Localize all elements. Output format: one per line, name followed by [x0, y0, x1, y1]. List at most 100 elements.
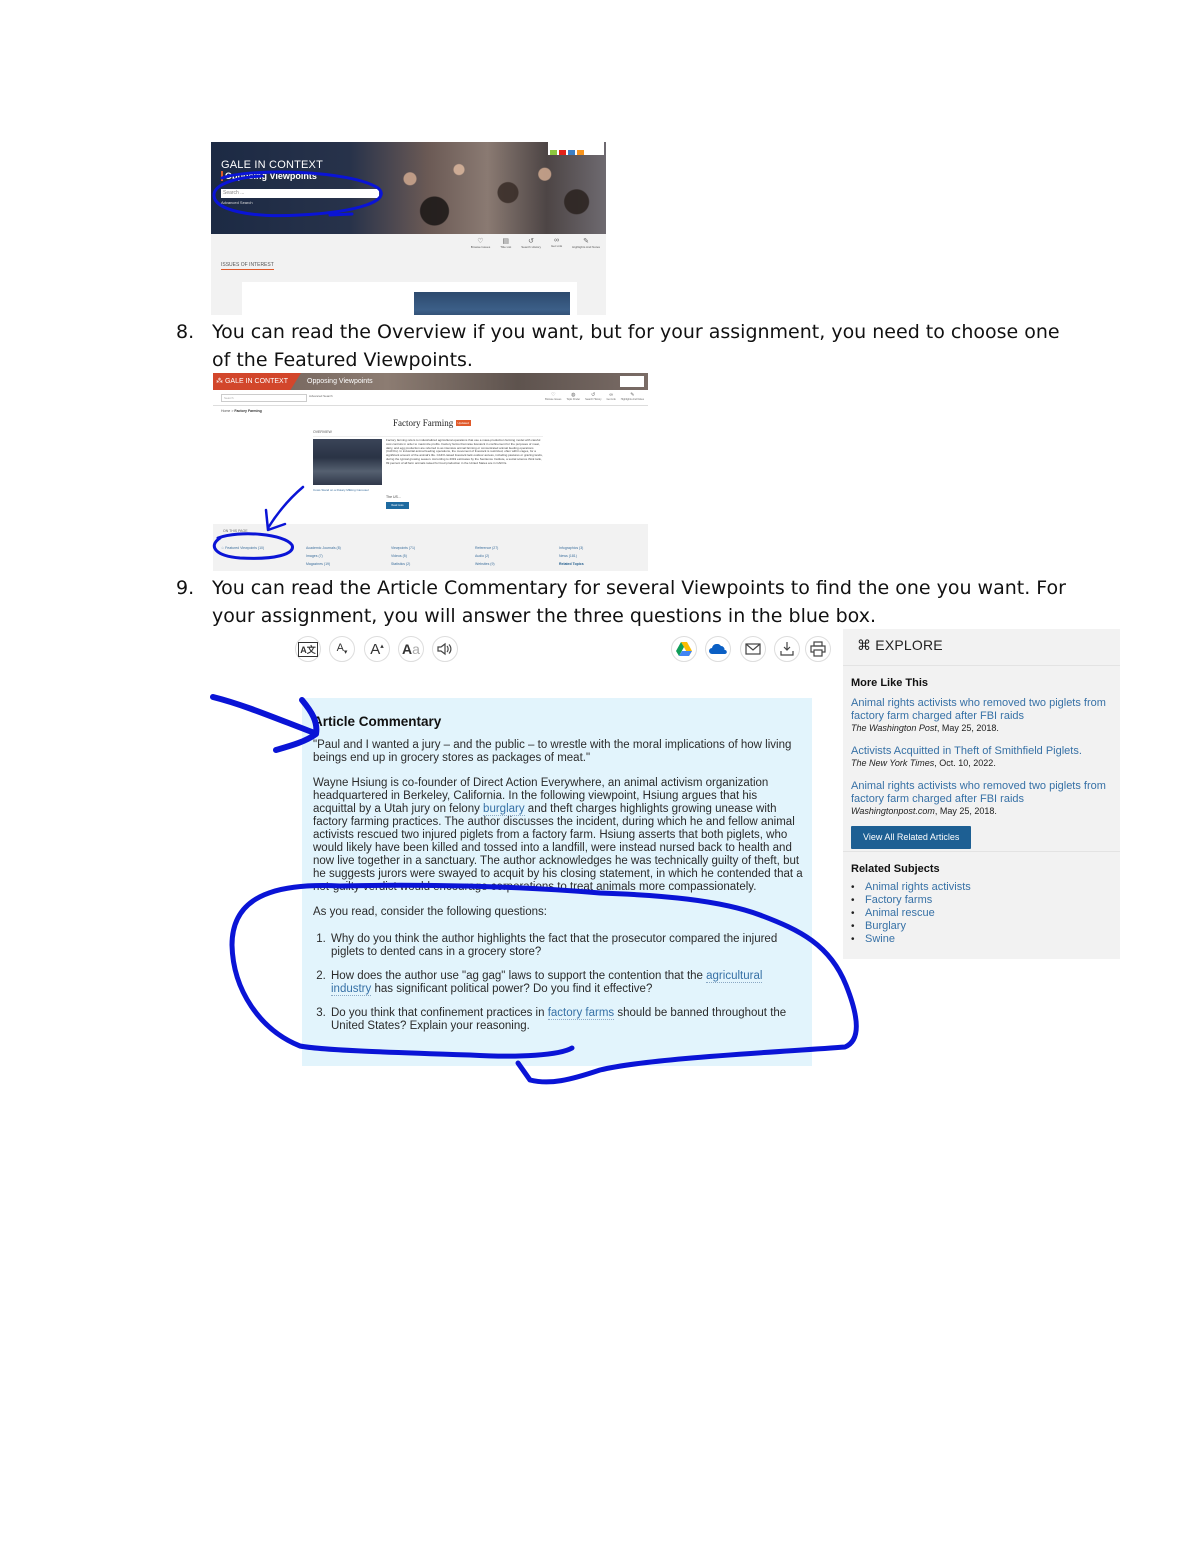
- questions-intro: As you read, consider the following ques…: [313, 906, 547, 918]
- google-drive-button[interactable]: [671, 636, 697, 662]
- subject-link[interactable]: Swine: [865, 933, 895, 945]
- tool-search-history[interactable]: ↺ Search History: [521, 237, 541, 249]
- history-icon: ↺: [528, 238, 535, 245]
- question-item: Why do you think the author highlights t…: [329, 933, 803, 959]
- related-article-link[interactable]: Animal rights activists who removed two …: [851, 697, 1106, 722]
- issue-card[interactable]: [242, 282, 577, 315]
- factory-farms-link[interactable]: factory farms: [547, 1007, 615, 1020]
- commentary-heading: Article Commentary: [313, 714, 442, 729]
- google-drive-icon: [676, 642, 692, 656]
- content-type-column: Infographics (3) News (181) Related Topi…: [559, 544, 584, 568]
- step-8: 8. You can read the Overview if you want…: [176, 318, 1076, 374]
- tool-highlights-notes[interactable]: ✎ Highlights And Notes: [572, 237, 600, 249]
- related-topics-link[interactable]: Related Topics: [559, 560, 584, 568]
- kentucky-virtual-library-logo[interactable]: [548, 142, 604, 155]
- subject-link[interactable]: Animal rescue: [865, 907, 935, 919]
- product-title: Opposing Viewpoints: [307, 378, 373, 385]
- explore-sidebar: ⌘ EXPLORE More Like This Animal rights a…: [843, 629, 1120, 959]
- article-source: Washingtonpost.com: [851, 806, 935, 816]
- subject-link[interactable]: Animal rights activists: [865, 881, 971, 893]
- article-date: , May 25, 2018.: [936, 723, 999, 733]
- listen-icon: [437, 642, 452, 656]
- search-input[interactable]: Search ...: [221, 189, 379, 198]
- font-increase-icon: A▴: [370, 640, 384, 658]
- email-button[interactable]: [740, 636, 766, 662]
- print-icon: [810, 641, 826, 657]
- search-input[interactable]: Search: [221, 394, 307, 402]
- breadcrumb: Home > Factory Farming: [221, 409, 262, 413]
- link-icon: ∞: [554, 237, 560, 244]
- breadcrumb-home[interactable]: Home: [221, 409, 230, 413]
- related-article: Activists Acquitted in Theft of Smithfie…: [851, 745, 1113, 769]
- onedrive-button[interactable]: [705, 636, 731, 662]
- download-icon: [780, 642, 794, 656]
- onedrive-icon: [709, 644, 727, 654]
- content-type-column: Academic Journals (8) Images (7) Magazin…: [306, 544, 341, 568]
- commentary-quote: "Paul and I wanted a jury – and the publ…: [313, 739, 792, 764]
- hero-banner: [211, 142, 606, 234]
- subject-link[interactable]: Burglary: [865, 920, 906, 932]
- content-type-link[interactable]: Viewpoints (71): [391, 544, 415, 552]
- content-type-link[interactable]: Academic Journals (8): [306, 544, 341, 552]
- content-type-link[interactable]: Images (7): [306, 552, 341, 560]
- display-options-icon: Aa: [402, 641, 420, 657]
- related-subjects-list: Animal rights activists Factory farms An…: [851, 881, 1113, 946]
- on-this-page-label: ON THIS PAGE: [223, 529, 248, 533]
- updated-badge: Updated: [455, 419, 471, 426]
- read-more-button[interactable]: Read more: [386, 502, 409, 509]
- content-type-link[interactable]: Audio (2): [475, 552, 498, 560]
- explore-heading: ⌘ EXPLORE: [857, 637, 943, 653]
- advanced-search-link[interactable]: Advanced Search: [221, 200, 253, 205]
- step-9: 9. You can read the Article Commentary f…: [176, 574, 1076, 630]
- listen-button[interactable]: [432, 636, 458, 662]
- more-like-this-section: More Like This Animal rights activists w…: [851, 677, 1113, 849]
- tool-search-history[interactable]: ↺ Search History: [585, 392, 601, 401]
- overview-text: Factory farming refers to industrialized…: [386, 438, 543, 465]
- related-article: Animal rights activists who removed two …: [851, 780, 1113, 817]
- content-type-link[interactable]: News (181): [559, 552, 584, 560]
- arrow-to-commentary-annotation: [210, 694, 320, 753]
- subject-link[interactable]: Factory farms: [865, 894, 932, 906]
- content-type-link[interactable]: Magazines (19): [306, 560, 341, 568]
- content-type-link[interactable]: Infographics (3): [559, 544, 584, 552]
- decrease-font-button[interactable]: A▾: [329, 636, 355, 662]
- download-button[interactable]: [774, 636, 800, 662]
- overview-image-caption[interactable]: Cows Stand on a Rotary Milking Carousel: [313, 488, 369, 492]
- display-options-button[interactable]: Aa: [398, 636, 424, 662]
- print-button[interactable]: [805, 636, 831, 662]
- divider: [213, 405, 648, 406]
- translate-icon: A文: [298, 641, 318, 657]
- article-source: The New York Times: [851, 758, 935, 768]
- related-article: Animal rights activists who removed two …: [851, 697, 1113, 734]
- translate-button[interactable]: A文: [295, 636, 321, 662]
- overview-image[interactable]: [313, 439, 382, 485]
- related-article-link[interactable]: Animal rights activists who removed two …: [851, 780, 1106, 805]
- content-type-link[interactable]: Statistics (2): [391, 560, 415, 568]
- tool-topic-finder[interactable]: ◍ Topic Finder: [566, 392, 580, 401]
- tool-title-list[interactable]: ▤ Title List: [500, 237, 511, 249]
- step-number: 9.: [176, 577, 195, 599]
- gale-logo-icon: ⁂: [216, 378, 225, 385]
- burglary-link[interactable]: burglary: [483, 803, 525, 816]
- content-type-link[interactable]: Videos (5): [391, 552, 415, 560]
- step-number: 8.: [176, 321, 195, 343]
- page-title: Factory Farming Updated: [393, 417, 471, 428]
- question-item: How does the author use "ag gag" laws to…: [329, 970, 803, 996]
- content-type-link[interactable]: Reference (27): [475, 544, 498, 552]
- tool-highlights-notes[interactable]: ✎ Highlights And Notes: [621, 392, 644, 401]
- binoculars-icon: ⌘: [857, 637, 876, 653]
- increase-font-button[interactable]: A▴: [364, 636, 390, 662]
- content-type-link[interactable]: Websites (9): [475, 560, 498, 568]
- kentucky-virtual-library-logo[interactable]: [620, 376, 644, 387]
- tool-browse-issues[interactable]: ♡ Browse Issues: [471, 237, 491, 249]
- related-article-link[interactable]: Activists Acquitted in Theft of Smithfie…: [851, 745, 1082, 757]
- featured-viewpoints-link[interactable]: ☆ Featured Viewpoints (10): [221, 544, 264, 552]
- view-all-related-articles-button[interactable]: View All Related Articles: [851, 826, 972, 849]
- tool-get-link[interactable]: ∞ Get Link: [606, 392, 615, 401]
- list-icon: ▤: [502, 238, 510, 245]
- tool-browse-issues[interactable]: ♡ Browse Issues: [545, 392, 561, 401]
- tool-get-link[interactable]: ∞ Get Link: [551, 237, 562, 249]
- advanced-search-link[interactable]: Advanced Search: [309, 394, 333, 398]
- gale-brand[interactable]: ⁂ GALE IN CONTEXT: [213, 373, 301, 390]
- screenshot-factory-farming-portal: ⁂ GALE IN CONTEXT Opposing Viewpoints Se…: [213, 373, 648, 571]
